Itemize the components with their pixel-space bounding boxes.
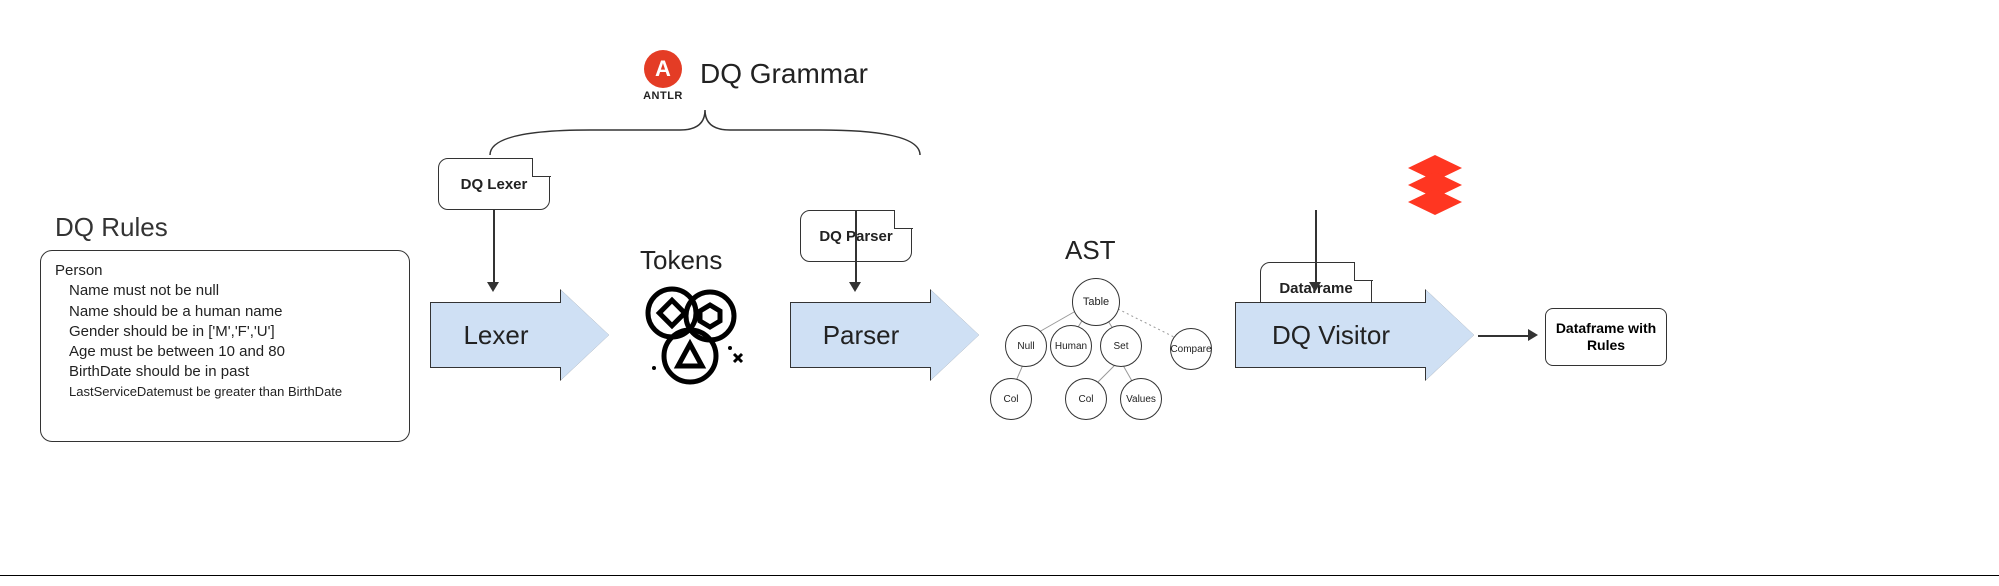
- parser-stage-arrow: Parser: [790, 290, 979, 380]
- ast-node: Null: [1005, 325, 1047, 367]
- antlr-circle-icon: A: [644, 50, 682, 88]
- grammar-title: DQ Grammar: [700, 58, 868, 90]
- lexer-stage-arrow: Lexer: [430, 290, 609, 380]
- ast-node: Col: [1065, 378, 1107, 420]
- diagram-canvas: DQ Rules Person Name must not be null Na…: [0, 0, 1999, 586]
- connector-line: [1478, 335, 1528, 337]
- connector-line: [493, 210, 495, 282]
- tokens-label: Tokens: [640, 245, 722, 276]
- databricks-logo-icon: [1400, 150, 1470, 220]
- ast-node: Compare: [1170, 328, 1212, 370]
- rule-item: Name must not be null: [55, 281, 395, 301]
- tokens-icon: [630, 278, 750, 388]
- ast-node-root: Table: [1072, 278, 1120, 326]
- antlr-logo-icon: A ANTLR: [638, 50, 688, 102]
- rules-title: DQ Rules: [55, 212, 168, 243]
- visitor-label: DQ Visitor: [1272, 320, 1390, 351]
- parser-label: Parser: [823, 320, 900, 351]
- brace-icon: [470, 100, 940, 160]
- lexer-label: Lexer: [463, 320, 528, 351]
- visitor-stage-arrow: DQ Visitor: [1235, 290, 1474, 380]
- ast-node: Human: [1050, 325, 1092, 367]
- ast-node: Col: [990, 378, 1032, 420]
- output-label: Dataframe with Rules: [1546, 320, 1666, 354]
- divider-line: [0, 575, 1999, 577]
- rule-item: Gender should be in ['M','F','U']: [55, 322, 395, 342]
- output-box: Dataframe with Rules: [1545, 308, 1667, 366]
- rule-item: Age must be between 10 and 80: [55, 342, 395, 362]
- connector-line: [855, 210, 857, 282]
- arrow-right-icon: [1528, 329, 1538, 341]
- rules-box: Person Name must not be null Name should…: [40, 250, 410, 442]
- rule-item: Name should be a human name: [55, 302, 395, 322]
- ast-label: AST: [1065, 235, 1116, 266]
- ast-tree: Table Null Human Set Compare Col Col Val…: [990, 270, 1210, 430]
- lexer-callout: DQ Lexer: [438, 158, 550, 210]
- rule-item: LastServiceDatemust be greater than Birt…: [55, 383, 395, 401]
- connector-line: [1315, 210, 1317, 282]
- lexer-callout-label: DQ Lexer: [461, 176, 528, 193]
- rules-entity: Person: [55, 261, 395, 281]
- ast-node: Values: [1120, 378, 1162, 420]
- rule-item: BirthDate should be in past: [55, 362, 395, 382]
- ast-node: Set: [1100, 325, 1142, 367]
